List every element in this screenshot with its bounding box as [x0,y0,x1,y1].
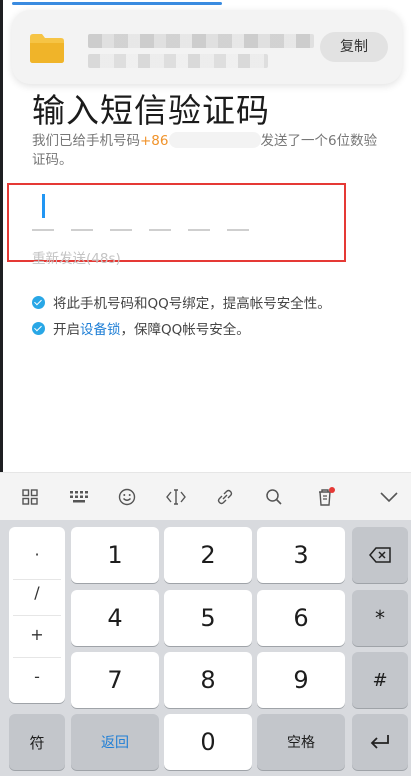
enter-icon [370,735,389,749]
key-9[interactable]: 9 [257,652,345,708]
space-key[interactable]: 空格 [257,714,345,770]
key-7[interactable]: 7 [71,652,159,708]
emoji-icon[interactable] [112,473,142,521]
search-icon[interactable] [259,473,289,521]
resend-countdown: 重新发送(48s) [32,251,121,267]
check-circle-icon [32,321,45,335]
symbol-minus-key[interactable]: - [9,667,65,686]
star-key[interactable]: * [352,590,408,646]
key-2[interactable]: 2 [164,527,252,583]
symbol-plus-key[interactable]: + [9,625,65,644]
option-device-lock-before: 开启 [53,322,80,338]
backspace-key[interactable] [352,527,408,583]
key-6[interactable]: 6 [257,590,345,646]
code-digit-slot[interactable] [71,229,93,231]
symbol-slash-key[interactable]: / [9,583,65,602]
back-key[interactable]: 返回 [71,714,159,770]
option-bind-phone-label: 将此手机号码和QQ号绑定，提高帐号安全性。 [53,296,331,312]
desc-text-before: 我们已给手机号码 [32,133,140,149]
grid-icon[interactable] [15,473,45,521]
link-icon[interactable] [210,473,240,521]
option-device-lock[interactable]: 开启 设备锁 ，保障QQ帐号安全。 [32,318,250,338]
symbol-column[interactable]: · / + - [9,527,65,703]
clipboard-icon[interactable] [310,473,340,521]
code-digit-slot[interactable] [110,229,132,231]
code-input-cursor[interactable] [42,194,45,218]
collapse-keyboard-icon[interactable] [374,473,404,521]
key-4[interactable]: 4 [71,590,159,646]
cursor-move-icon[interactable] [161,473,191,521]
code-digit-slot[interactable] [149,229,171,231]
keyboard-icon[interactable] [64,473,94,521]
symbol-dot-key[interactable]: · [9,545,65,564]
key-5[interactable]: 5 [164,590,252,646]
code-digit-slot[interactable] [188,229,210,231]
key-8[interactable]: 8 [164,652,252,708]
notification-title-blurred [88,34,314,48]
notification-text-blurred [88,54,268,68]
key-1[interactable]: 1 [71,527,159,583]
option-device-lock-after: ，保障QQ帐号安全。 [120,322,250,338]
phone-prefix: +86 [140,133,169,149]
symbol-separator [13,579,61,580]
device-lock-link[interactable]: 设备锁 [80,318,121,338]
option-bind-phone[interactable]: 将此手机号码和QQ号绑定，提高帐号安全性。 [32,292,331,312]
copy-button[interactable]: 复制 [320,32,388,62]
symbol-separator [13,615,61,616]
symbol-separator [13,657,61,658]
key-0[interactable]: 0 [164,714,252,770]
sms-description: 我们已给手机号码+86 发送了一个6位数验证码。 [32,132,384,170]
hash-key[interactable]: # [352,652,408,708]
top-progress-bar [12,2,222,5]
backspace-icon [369,547,391,563]
phone-number-masked [168,132,261,148]
code-digit-slot[interactable] [32,229,54,231]
check-circle-icon [32,295,45,309]
enter-key[interactable] [352,714,408,770]
keyboard-toolbar [0,472,411,520]
notification-banner[interactable]: 复制 [12,2,402,84]
key-3[interactable]: 3 [257,527,345,583]
folder-icon [30,34,64,63]
code-digit-slot[interactable] [227,229,249,231]
page-title: 输入短信验证码 [32,91,270,130]
symbol-key[interactable]: 符 [9,714,65,770]
